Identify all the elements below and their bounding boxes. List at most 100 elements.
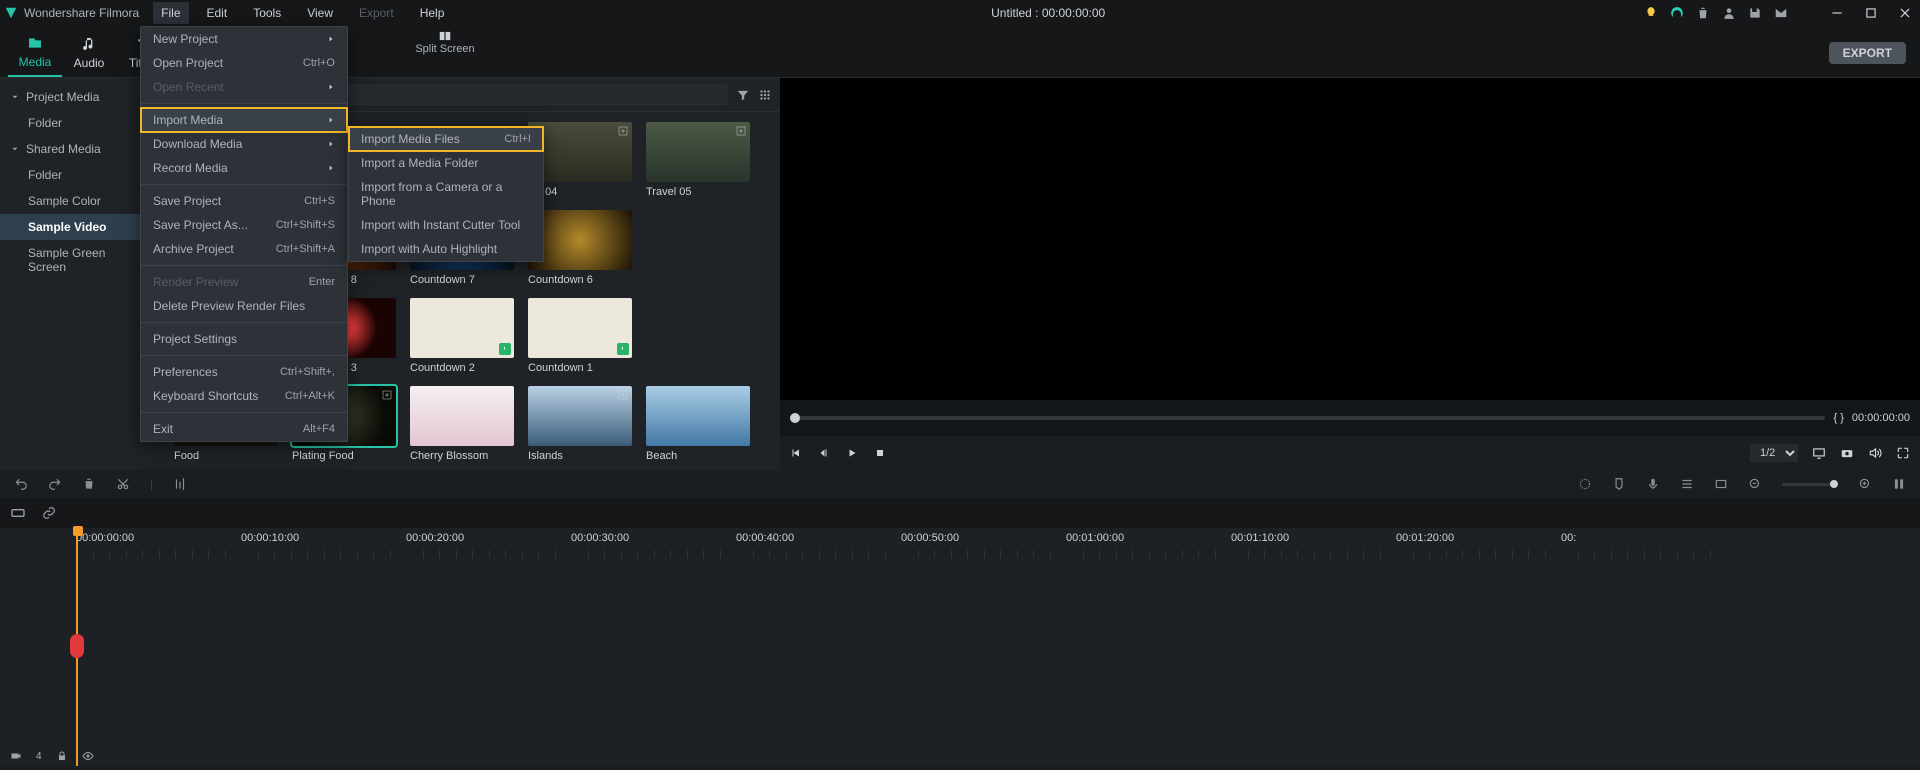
menu-delete-preview[interactable]: Delete Preview Render Files bbox=[141, 294, 347, 318]
delete-icon[interactable] bbox=[82, 477, 96, 491]
zoom-in-icon[interactable] bbox=[1858, 477, 1872, 491]
timeline-options bbox=[0, 498, 1920, 528]
submenu-import-camera[interactable]: Import from a Camera or a Phone bbox=[349, 175, 543, 213]
fit-icon[interactable] bbox=[1892, 477, 1906, 491]
menu-record-media[interactable]: Record Media bbox=[141, 156, 347, 180]
menu-new-project[interactable]: New Project bbox=[141, 27, 347, 51]
menu-tools[interactable]: Tools bbox=[245, 2, 289, 24]
media-item-islands[interactable]: Islands bbox=[528, 386, 636, 468]
menu-open-project[interactable]: Open ProjectCtrl+O bbox=[141, 51, 347, 75]
bind-icon[interactable] bbox=[10, 505, 26, 521]
rewind-button[interactable] bbox=[818, 447, 830, 459]
submenu-import-highlight[interactable]: Import with Auto Highlight bbox=[349, 237, 543, 261]
timeline[interactable]: 00:00:00:0000:00:10:0000:00:20:0000:00:3… bbox=[0, 528, 1920, 766]
trash-icon[interactable] bbox=[1696, 6, 1710, 20]
play-button[interactable] bbox=[846, 447, 858, 459]
timeline-tick: 00:00:50:00 bbox=[901, 532, 959, 544]
media-item-cd1[interactable]: Countdown 1 bbox=[528, 298, 636, 380]
titlebar-actions bbox=[1644, 2, 1916, 24]
audio-adjust-icon[interactable] bbox=[173, 477, 187, 491]
media-item-travel04[interactable]: vel 04 bbox=[528, 122, 636, 204]
submenu-import-folder[interactable]: Import a Media Folder bbox=[349, 151, 543, 175]
link-icon[interactable] bbox=[42, 506, 56, 520]
menu-help[interactable]: Help bbox=[412, 2, 453, 24]
zoom-ratio-select[interactable]: 1/2 bbox=[1750, 444, 1798, 462]
export-button[interactable]: EXPORT bbox=[1829, 42, 1906, 64]
clip-handle[interactable] bbox=[70, 634, 84, 658]
cut-icon[interactable] bbox=[116, 477, 130, 491]
menu-render-preview[interactable]: Render PreviewEnter bbox=[141, 270, 347, 294]
menu-download-media[interactable]: Download Media bbox=[141, 132, 347, 156]
import-submenu: Import Media FilesCtrl+I Import a Media … bbox=[348, 126, 544, 262]
grid-view-icon[interactable] bbox=[758, 88, 772, 102]
timeline-tick: 00:01:00:00 bbox=[1066, 532, 1124, 544]
media-item-beach[interactable]: Beach bbox=[646, 386, 754, 468]
undo-icon[interactable] bbox=[14, 477, 28, 491]
menu-exit[interactable]: ExitAlt+F4 bbox=[141, 417, 347, 441]
tips-icon[interactable] bbox=[1644, 6, 1658, 20]
menu-file[interactable]: File bbox=[153, 2, 188, 24]
menu-export[interactable]: Export bbox=[351, 2, 402, 24]
support-icon[interactable] bbox=[1670, 6, 1684, 20]
media-item-cherry[interactable]: Cherry Blossom bbox=[410, 386, 518, 468]
eye-icon[interactable] bbox=[82, 750, 94, 762]
preview-scrubber[interactable] bbox=[790, 416, 1825, 420]
menu-keyboard-shortcuts[interactable]: Keyboard ShortcutsCtrl+Alt+K bbox=[141, 384, 347, 408]
window-close[interactable] bbox=[1894, 2, 1916, 24]
submenu-import-cutter[interactable]: Import with Instant Cutter Tool bbox=[349, 213, 543, 237]
menu-save-project-as[interactable]: Save Project As...Ctrl+Shift+S bbox=[141, 213, 347, 237]
media-item-cd2[interactable]: Countdown 2 bbox=[410, 298, 518, 380]
file-menu-dropdown: New Project Open ProjectCtrl+O Open Rece… bbox=[140, 26, 348, 442]
window-minimize[interactable] bbox=[1826, 2, 1848, 24]
preview-screen[interactable] bbox=[780, 78, 1920, 400]
frame-icon[interactable] bbox=[1714, 477, 1728, 491]
menu-edit[interactable]: Edit bbox=[199, 2, 236, 24]
zoom-slider[interactable] bbox=[1782, 483, 1838, 486]
volume-icon[interactable] bbox=[1868, 446, 1882, 460]
tab-audio[interactable]: Audio bbox=[62, 29, 116, 77]
submenu-import-files[interactable]: Import Media FilesCtrl+I bbox=[349, 127, 543, 151]
timeline-footer: 4 bbox=[0, 746, 1920, 766]
marker-icon[interactable] bbox=[1612, 477, 1626, 491]
prev-frame-button[interactable] bbox=[790, 447, 802, 459]
monitor-icon[interactable] bbox=[1812, 446, 1826, 460]
video-track-icon[interactable] bbox=[10, 750, 22, 762]
menu-save-project[interactable]: Save ProjectCtrl+S bbox=[141, 189, 347, 213]
menu-open-recent[interactable]: Open Recent bbox=[141, 75, 347, 99]
media-item-cd6[interactable]: Countdown 6 bbox=[528, 210, 636, 292]
timeline-tick: 00:01:10:00 bbox=[1231, 532, 1289, 544]
menu-preferences[interactable]: PreferencesCtrl+Shift+, bbox=[141, 360, 347, 384]
stop-button[interactable] bbox=[874, 447, 886, 459]
lock-icon[interactable] bbox=[56, 750, 68, 762]
timeline-tick: 00:00:40:00 bbox=[736, 532, 794, 544]
color-icon[interactable] bbox=[1578, 477, 1592, 491]
media-item-travel05[interactable]: Travel 05 bbox=[646, 122, 754, 204]
timeline-tick: 00: bbox=[1561, 532, 1576, 544]
mail-icon[interactable] bbox=[1774, 6, 1788, 20]
fullscreen-icon[interactable] bbox=[1896, 446, 1910, 460]
menu-import-media[interactable]: Import Media bbox=[141, 108, 347, 132]
tab-media[interactable]: Media bbox=[8, 29, 62, 77]
mic-icon[interactable] bbox=[1646, 477, 1660, 491]
menu-archive-project[interactable]: Archive ProjectCtrl+Shift+A bbox=[141, 237, 347, 261]
timeline-tick: 00:00:00:00 bbox=[76, 532, 134, 544]
timeline-tick: 00:01:20:00 bbox=[1396, 532, 1454, 544]
menu-view[interactable]: View bbox=[299, 2, 341, 24]
download-icon[interactable] bbox=[1800, 6, 1814, 20]
app-name: Wondershare Filmora bbox=[24, 6, 139, 20]
tab-split-screen[interactable]: Split Screen bbox=[410, 29, 480, 77]
filter-icon[interactable] bbox=[736, 88, 750, 102]
document-title: Untitled : 00:00:00:00 bbox=[452, 6, 1644, 20]
zoom-out-icon[interactable] bbox=[1748, 477, 1762, 491]
account-icon[interactable] bbox=[1722, 6, 1736, 20]
snapshot-icon[interactable] bbox=[1840, 446, 1854, 460]
mixer-icon[interactable] bbox=[1680, 477, 1694, 491]
menubar: File Edit Tools View Export Help bbox=[153, 2, 452, 24]
preview-player: { } 00:00:00:00 1/2 bbox=[780, 78, 1920, 470]
menu-project-settings[interactable]: Project Settings bbox=[141, 327, 347, 351]
redo-icon[interactable] bbox=[48, 477, 62, 491]
timecode: 00:00:00:00 bbox=[1852, 412, 1910, 424]
window-maximize[interactable] bbox=[1860, 2, 1882, 24]
save-icon[interactable] bbox=[1748, 6, 1762, 20]
timeline-ruler[interactable]: 00:00:00:0000:00:10:0000:00:20:0000:00:3… bbox=[76, 528, 1920, 558]
